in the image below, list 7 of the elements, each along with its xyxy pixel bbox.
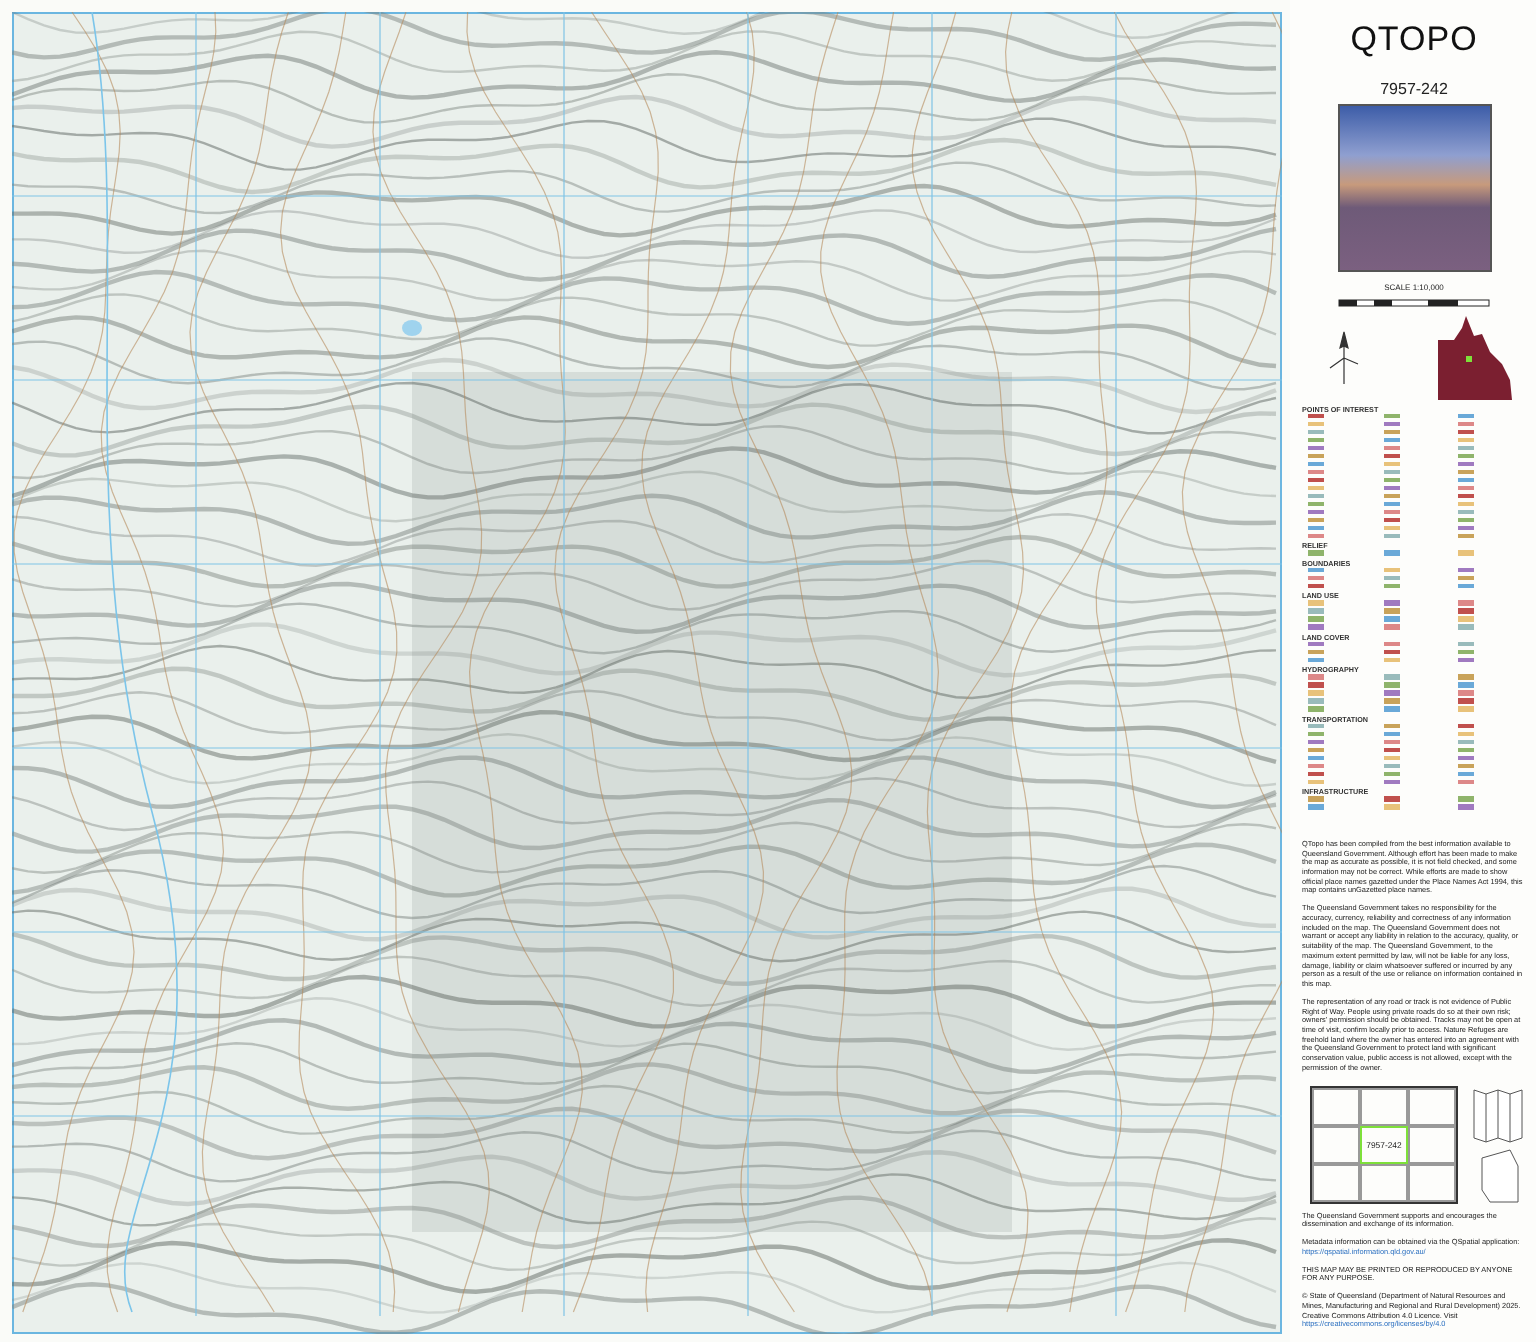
folding-diagram-drawing	[1470, 1086, 1526, 1207]
queensland-locator-map-icon	[1438, 315, 1514, 400]
sheet-number: 7957-242	[1378, 80, 1450, 98]
legend-swatch	[1458, 550, 1475, 556]
map-title: QTOPO	[1348, 20, 1480, 60]
legend-swatch	[1383, 550, 1400, 556]
legend-swatch	[1308, 550, 1324, 556]
